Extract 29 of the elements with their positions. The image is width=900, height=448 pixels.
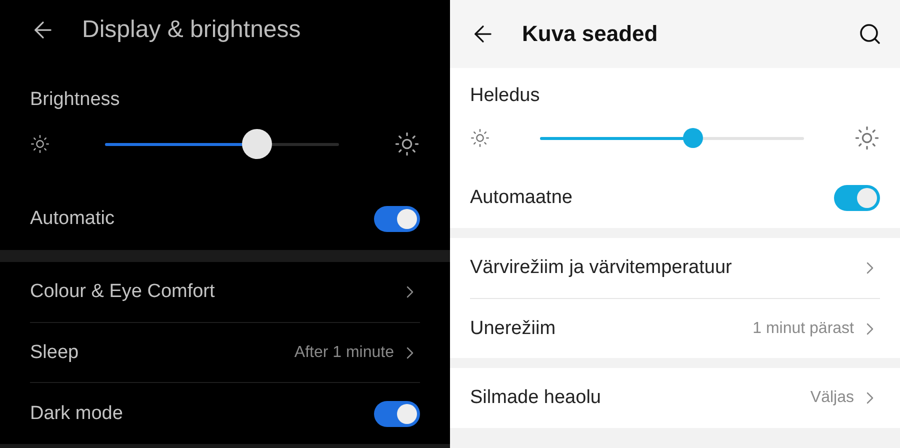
row-value: Väljas (810, 389, 854, 407)
row-label: Silmade heaolu (470, 387, 601, 409)
row-value: After 1 minute (294, 344, 394, 362)
screen-title: Kuva seaded (522, 21, 659, 47)
row-label: Colour & Eye Comfort (30, 281, 215, 303)
row-label: Automaatne (470, 187, 572, 209)
toggle-switch[interactable] (374, 206, 420, 232)
row-label: Sleep (30, 342, 79, 364)
dim-sun-icon (470, 128, 490, 148)
row-label: Unerežiim (470, 318, 556, 340)
row-label: Värvirežiim ja värvitemperatuur (470, 257, 732, 279)
row-label: Automatic (30, 208, 114, 230)
dim-sun-icon (30, 134, 50, 154)
row-label: Dark mode (30, 402, 123, 424)
bright-sun-icon (394, 131, 420, 157)
slider-thumb[interactable] (242, 129, 272, 159)
screen-title: Display & brightness (82, 16, 302, 44)
settings-row[interactable]: Värvirežiim ja värvitemperatuur (470, 238, 880, 298)
toggle-switch[interactable] (834, 185, 880, 211)
bright-sun-icon (854, 125, 880, 151)
toggle-switch[interactable] (374, 400, 420, 426)
slider-label: Heledus (470, 85, 541, 107)
settings-row[interactable]: Colour & Eye Comfort (30, 262, 420, 322)
search-icon[interactable] (858, 22, 882, 46)
settings-row[interactable]: Sleep After 1 minute (30, 322, 420, 382)
settings-row[interactable]: Unerežiim 1 minut pärast (470, 298, 880, 358)
slider-thumb[interactable] (683, 128, 704, 148)
slider-label: Brightness (30, 89, 121, 111)
row-value: 1 minut pärast (752, 320, 854, 338)
